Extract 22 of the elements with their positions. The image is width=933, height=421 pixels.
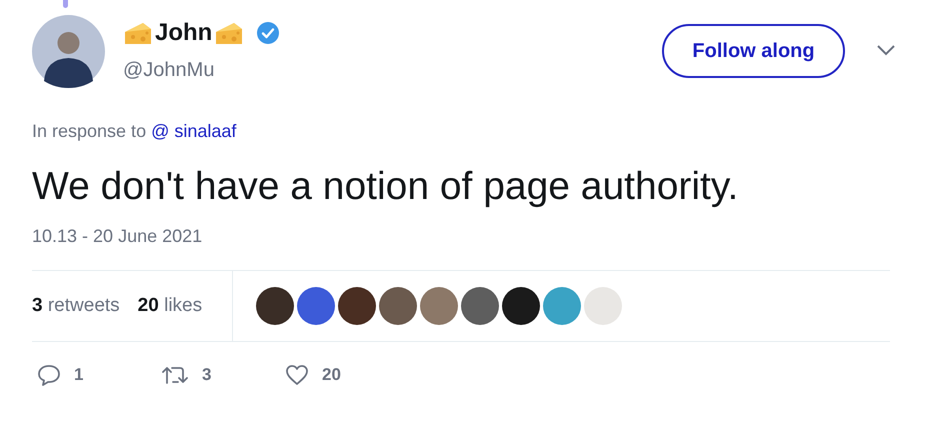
cheese-icon (214, 20, 244, 46)
action-count: 1 (74, 364, 84, 386)
reply-context: In response to @ sinalaaf (32, 120, 238, 143)
follow-button[interactable]: Follow along (662, 24, 845, 78)
avatar[interactable] (502, 287, 540, 325)
action-count: 20 (322, 364, 341, 386)
heart-icon[interactable] (284, 362, 310, 387)
tweet-text: We don't have a notion of page authority. (32, 164, 740, 210)
avatar[interactable] (379, 287, 417, 325)
avatar[interactable] (461, 287, 499, 325)
avatar[interactable] (256, 287, 294, 325)
action-count: 3 (202, 364, 212, 386)
cheese-icon (123, 20, 153, 46)
reply-icon[interactable] (36, 362, 62, 387)
avatar[interactable] (338, 287, 376, 325)
author-name: John (155, 18, 212, 48)
stat-text[interactable]: 20 likes (138, 292, 202, 320)
author-handle: @JohnMu (123, 58, 216, 83)
stat-text[interactable]: 3 retweets (32, 292, 120, 320)
timestamp: 10.13 - 20 June 2021 (32, 225, 204, 248)
chevron-down-icon[interactable] (877, 45, 895, 56)
mention-link[interactable]: @ sinalaaf (151, 121, 236, 141)
